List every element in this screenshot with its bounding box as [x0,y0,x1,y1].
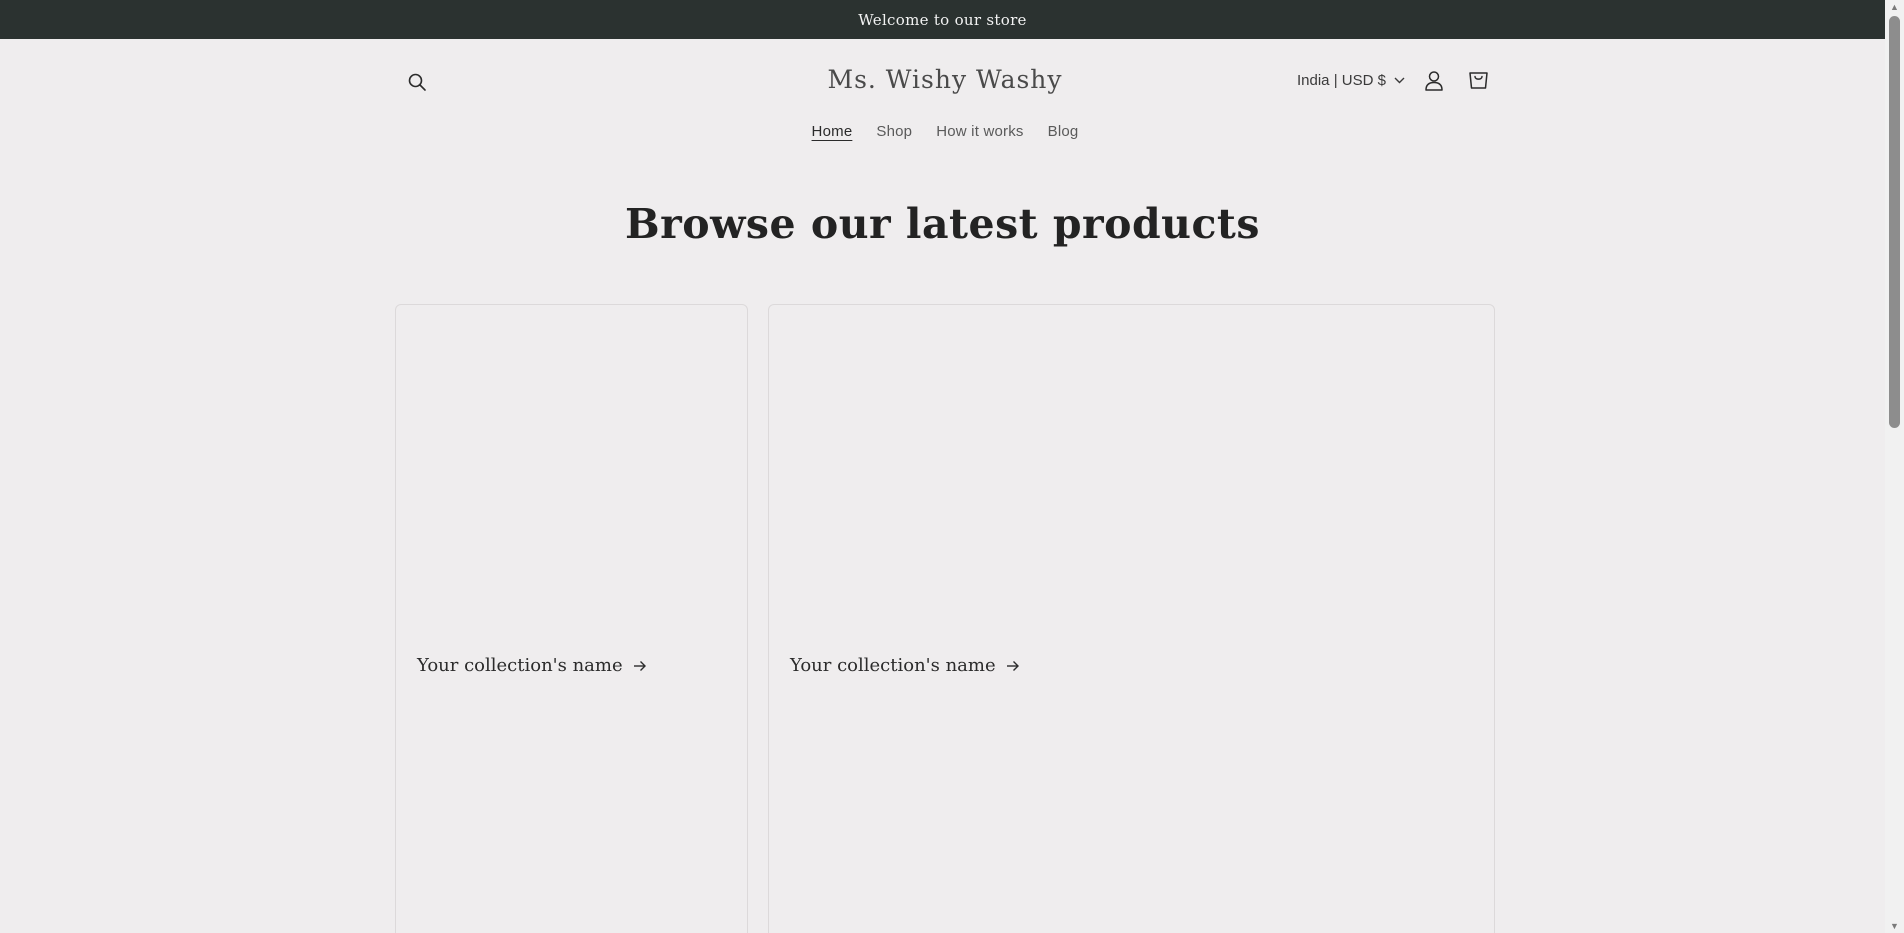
search-icon [408,73,426,91]
nav-item-blog[interactable]: Blog [1036,123,1091,140]
country-selector-label: India | USD $ [1297,71,1386,89]
store-logo-link[interactable]: Ms. Wishy Washy [827,65,1062,94]
main-nav: Home Shop How it works Blog [395,123,1495,140]
arrow-right-icon [1006,660,1019,671]
cart-icon [1468,71,1488,89]
collection-card[interactable]: Your collection's name [768,304,1495,933]
page-headline: Browse our latest products [625,200,1260,248]
cart-button[interactable] [1461,63,1495,97]
nav-item-home[interactable]: Home [800,123,865,140]
scroll-thumb[interactable] [1889,16,1900,428]
collection-title: Your collection's name [790,655,996,676]
collection-title-link[interactable]: Your collection's name [417,655,647,676]
account-icon [1425,70,1443,91]
announcement-bar: Welcome to our store [0,0,1885,39]
announcement-text: Welcome to our store [858,10,1027,29]
nav-item-how-it-works[interactable]: How it works [924,123,1035,140]
country-selector[interactable]: India | USD $ [1297,69,1405,91]
collection-title-link[interactable]: Your collection's name [790,655,1020,676]
search-button[interactable] [400,65,434,99]
account-button[interactable] [1417,63,1451,97]
page-scrollbar[interactable]: ▲ ▼ [1885,0,1904,933]
scroll-up-button[interactable]: ▲ [1885,0,1904,14]
collection-card[interactable]: Your collection's name [395,304,748,933]
arrow-right-icon [633,660,646,671]
collection-title: Your collection's name [417,655,623,676]
chevron-down-icon [1394,77,1405,83]
nav-item-shop[interactable]: Shop [864,123,924,140]
scroll-down-button[interactable]: ▼ [1885,919,1904,933]
site-header: Ms. Wishy Washy India | USD $ Home Shop … [395,39,1495,161]
